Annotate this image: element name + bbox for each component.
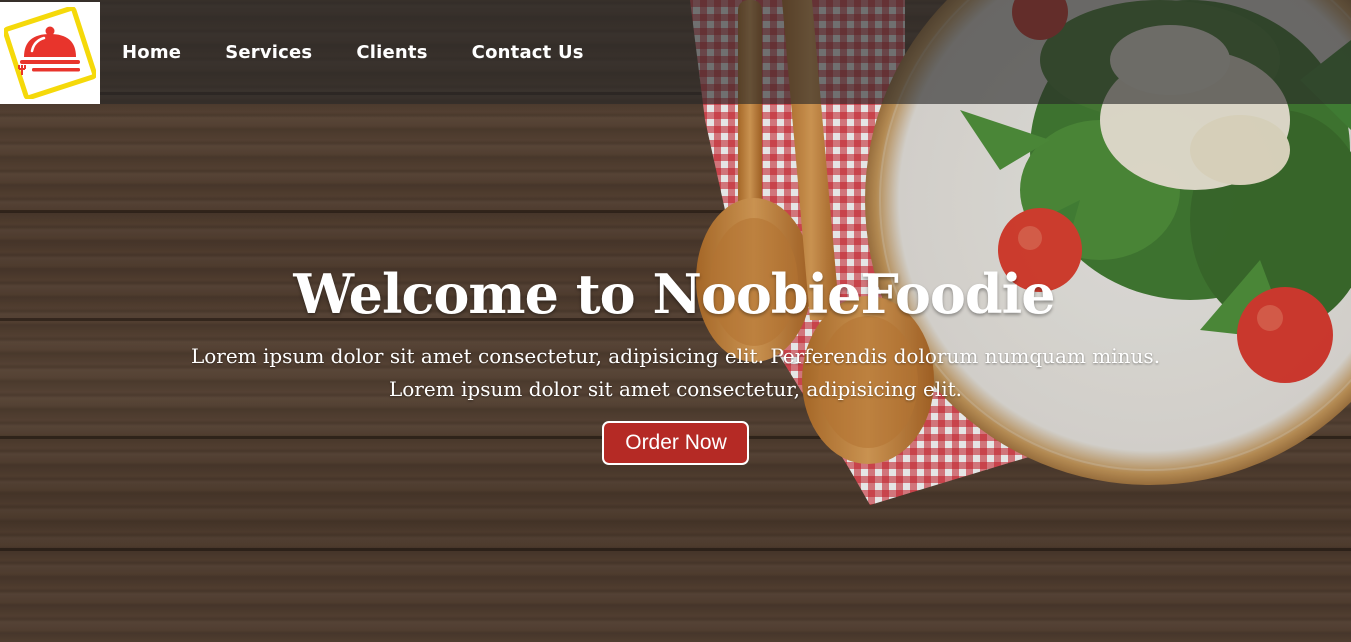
navbar: Home Services Clients Contact Us [0, 0, 1351, 104]
nav-contact-us[interactable]: Contact Us [472, 42, 584, 63]
hero-section: Welcome to NoobieFoodie Lorem ipsum dolo… [0, 262, 1351, 465]
hero-description: Lorem ipsum dolor sit amet consectetur, … [0, 340, 1351, 406]
nav-clients[interactable]: Clients [356, 42, 427, 63]
cloche-icon [4, 7, 96, 99]
nav-services[interactable]: Services [225, 42, 312, 63]
hero-description-line2: Lorem ipsum dolor sit amet consectetur, … [388, 377, 963, 401]
hero-title: Welcome to NoobieFoodie [293, 262, 1055, 326]
hero-description-line1: Lorem ipsum dolor sit amet consectetur, … [190, 344, 1161, 368]
nav-home[interactable]: Home [122, 42, 181, 63]
logo[interactable] [0, 2, 100, 104]
order-now-button[interactable]: Order Now [602, 421, 749, 465]
nav-links: Home Services Clients Contact Us [122, 42, 628, 63]
